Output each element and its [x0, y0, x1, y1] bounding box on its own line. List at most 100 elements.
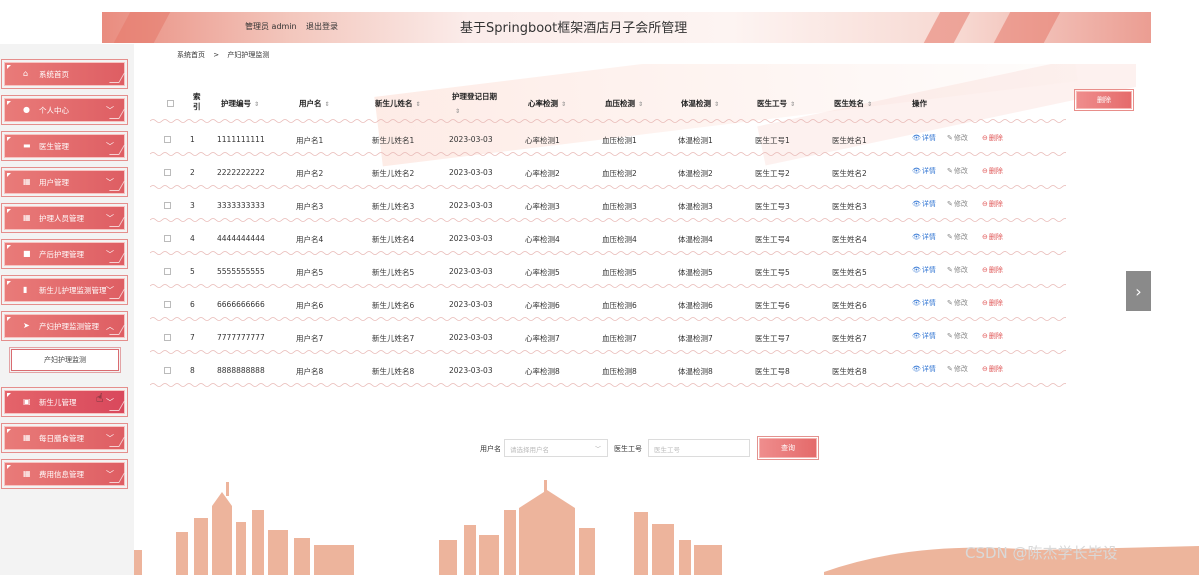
table-row: 2 2222222222 用户名2 新生儿姓名2 2023-03-03 心率检测2 血压检测… — [150, 157, 1066, 190]
table-header-row: 索引 护理编号 ⇕ 用户名 ⇕ 新生儿姓名 ⇕ 护理登记日期 ⇕ 心率检测 ⇕ 血压检测 ⇕… — [150, 84, 1066, 124]
breadcrumb-home[interactable]: 系统首页 — [177, 51, 205, 59]
delete-button[interactable]: ⊖删除 — [982, 232, 1003, 242]
edit-button[interactable]: ✎修改 — [947, 364, 968, 374]
corner-decor — [7, 281, 11, 285]
delete-button[interactable]: ⊖删除 — [982, 298, 1003, 308]
sort-icon: ⇕ — [415, 101, 421, 108]
cell-temperature: 体温检测2 — [678, 169, 713, 178]
delete-button[interactable]: ⊖删除 — [982, 166, 1003, 176]
edit-button[interactable]: ✎修改 — [947, 298, 968, 308]
row-checkbox[interactable] — [164, 235, 171, 242]
header-reg-date[interactable]: 护理登记日期 ⇕ — [452, 90, 497, 119]
sidebar-item-label: 新生儿护理监测管理 — [39, 285, 107, 295]
action-label: 修改 — [953, 365, 968, 373]
action-label: 修改 — [953, 167, 968, 175]
detail-button[interactable]: 👁详情 — [912, 265, 936, 275]
sidebar-item-7[interactable]: ➤ 产妇护理监测管理 ︿ — [1, 311, 128, 341]
cell-doctor-no: 医生工号1 — [755, 136, 790, 145]
doctor-no-input[interactable]: 医生工号 — [648, 439, 750, 457]
eye-icon: 👁 — [912, 233, 921, 241]
row-divider — [150, 383, 1066, 387]
sidebar-item-9[interactable]: ▦ 每日膳食管理 ﹀ — [1, 423, 128, 453]
detail-button[interactable]: 👁详情 — [912, 133, 936, 143]
sidebar-item-6[interactable]: ▮ 新生儿护理监测管理 ﹀ — [1, 275, 128, 305]
doctor-no-filter-label: 医生工号 — [614, 445, 642, 453]
logout-link[interactable]: 退出登录 — [306, 21, 338, 32]
breadcrumb: 系统首页 > 产妇护理监测 — [177, 50, 269, 60]
sidebar-item-0[interactable]: ⌂ 系统首页 — [1, 59, 128, 89]
cell-username: 用户名7 — [296, 334, 324, 343]
sidebar-item-1[interactable]: ● 个人中心 ﹀ — [1, 95, 128, 125]
chevron-down-icon: ﹀ — [106, 470, 114, 479]
table-row: 3 3333333333 用户名3 新生儿姓名3 2023-03-03 心率检测3 血压检测… — [150, 190, 1066, 223]
cell-nursing-no: 1111111111 — [217, 135, 265, 144]
row-checkbox[interactable] — [164, 136, 171, 143]
sidebar-item-2[interactable]: ▬ 医生管理 ﹀ — [1, 131, 128, 161]
action-label: 详情 — [921, 365, 936, 373]
sidebar-item-5[interactable]: ■ 产后护理管理 ﹀ — [1, 239, 128, 269]
cell-nursing-no: 8888888888 — [217, 366, 265, 375]
header-heart-rate[interactable]: 心率检测 ⇕ — [528, 98, 566, 109]
header-operations: 操作 — [912, 99, 927, 108]
action-label: 删除 — [988, 167, 1003, 175]
action-label: 修改 — [953, 134, 968, 142]
edit-button[interactable]: ✎修改 — [947, 166, 968, 176]
row-divider-wrap — [150, 382, 1066, 388]
header-username[interactable]: 用户名 ⇕ — [299, 98, 330, 109]
sidebar-item-10[interactable]: ▦ 费用信息管理 ﹀ — [1, 459, 128, 489]
edit-button[interactable]: ✎修改 — [947, 133, 968, 143]
header-temperature[interactable]: 体温检测 ⇕ — [681, 98, 719, 109]
table-row: 1 1111111111 用户名1 新生儿姓名1 2023-03-03 心率检测1 血压检测… — [150, 124, 1066, 157]
sidebar-item-label: 用户管理 — [39, 177, 69, 187]
delete-button[interactable]: ⊖删除 — [982, 133, 1003, 143]
delete-button[interactable]: ⊖删除 — [982, 331, 1003, 341]
edit-button[interactable]: ✎修改 — [947, 265, 968, 275]
detail-button[interactable]: 👁详情 — [912, 364, 936, 374]
sort-icon: ⇕ — [561, 101, 567, 108]
edit-button[interactable]: ✎修改 — [947, 199, 968, 209]
delete-button[interactable]: ⊖删除 — [982, 265, 1003, 275]
chevron-right-icon[interactable]: › — [1126, 271, 1151, 311]
edit-icon: ✎ — [947, 134, 953, 142]
row-checkbox[interactable] — [164, 268, 171, 275]
cell-reg-date: 2023-03-03 — [449, 201, 493, 210]
table-row: 7 7777777777 用户名7 新生儿姓名7 2023-03-03 心率检测7 血压检测… — [150, 322, 1066, 355]
delete-button[interactable]: ⊖删除 — [982, 199, 1003, 209]
corner-decor — [7, 101, 11, 105]
edit-button[interactable]: ✎修改 — [947, 232, 968, 242]
sidebar-item-label: 费用信息管理 — [39, 469, 84, 479]
detail-button[interactable]: 👁详情 — [912, 166, 936, 176]
edit-icon: ✎ — [947, 299, 953, 307]
cell-heart-rate: 心率检测6 — [525, 301, 560, 310]
detail-button[interactable]: 👁详情 — [912, 298, 936, 308]
sidebar-item-3[interactable]: ▦ 用户管理 ﹀ — [1, 167, 128, 197]
row-checkbox[interactable] — [164, 334, 171, 341]
corner-decor — [7, 173, 11, 177]
chevron-down-icon: ﹀ — [106, 286, 114, 295]
row-checkbox[interactable] — [164, 367, 171, 374]
batch-delete-button[interactable]: 删除 — [1074, 89, 1134, 111]
submenu-item-maternal-monitor[interactable]: 产妇护理监测 — [9, 347, 121, 373]
row-checkbox[interactable] — [164, 202, 171, 209]
detail-button[interactable]: 👁详情 — [912, 232, 936, 242]
action-label: 详情 — [921, 332, 936, 340]
cell-reg-date: 2023-03-03 — [449, 168, 493, 177]
header-doctor-no[interactable]: 医生工号 ⇕ — [757, 98, 795, 109]
header-blood-pressure[interactable]: 血压检测 ⇕ — [605, 98, 643, 109]
detail-button[interactable]: 👁详情 — [912, 331, 936, 341]
search-button[interactable]: 查询 — [757, 436, 819, 460]
header-baby-name[interactable]: 新生儿姓名 ⇕ — [375, 98, 421, 109]
sidebar-item-4[interactable]: ▦ 护理人员管理 ﹀ — [1, 203, 128, 233]
username-select[interactable]: 请选择用户名 ﹀ — [504, 439, 608, 457]
header-label: 体温检测 — [681, 99, 711, 108]
row-checkbox[interactable] — [164, 301, 171, 308]
detail-button[interactable]: 👁详情 — [912, 199, 936, 209]
row-checkbox[interactable] — [164, 169, 171, 176]
header-doctor-name[interactable]: 医生姓名 ⇕ — [834, 98, 872, 109]
delete-button[interactable]: ⊖删除 — [982, 364, 1003, 374]
cell-blood-pressure: 血压检测4 — [602, 235, 637, 244]
sidebar-item-8[interactable]: ▣ 新生儿管理 ﹀ — [1, 387, 128, 417]
header-nursing-no[interactable]: 护理编号 ⇕ — [221, 98, 259, 109]
edit-button[interactable]: ✎修改 — [947, 331, 968, 341]
select-all-checkbox[interactable] — [167, 100, 174, 107]
